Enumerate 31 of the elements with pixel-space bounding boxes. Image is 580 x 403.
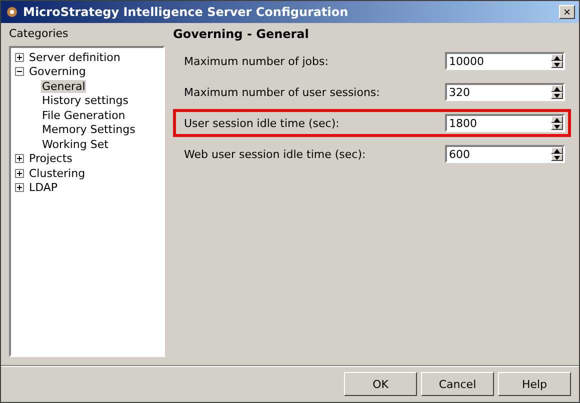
window-title: MicroStrategy Intelligence Server Configuration <box>23 5 350 19</box>
setting-label: User session idle time (sec): <box>184 116 340 130</box>
setting-label: Web user session idle time (sec): <box>184 148 366 160</box>
spin-box[interactable]: 1800 <box>445 114 565 132</box>
dialog-button[interactable]: OK <box>344 372 417 396</box>
expand-icon[interactable] <box>15 183 24 192</box>
tree-item[interactable]: Governing <box>28 65 87 78</box>
expand-icon[interactable] <box>15 52 24 62</box>
tree-item[interactable]: Projects <box>28 152 74 166</box>
expand-icon[interactable] <box>15 168 24 178</box>
setting-label: Maximum number of jobs: <box>184 54 328 68</box>
spin-box[interactable]: 10000 <box>445 52 565 70</box>
tree-item[interactable]: Server definition <box>28 50 122 64</box>
dialog-button[interactable]: Cancel <box>421 372 494 396</box>
categories-label: Categories <box>9 27 70 40</box>
tree-item[interactable]: Clustering <box>28 166 86 180</box>
tree-item[interactable]: LDAP <box>28 181 59 194</box>
app-icon <box>5 5 19 19</box>
dialog-button[interactable]: Help <box>498 372 571 396</box>
spin-box[interactable]: 320 <box>445 83 565 101</box>
tree-item[interactable]: Memory Settings <box>41 123 136 136</box>
tree-item[interactable]: History settings <box>41 94 130 108</box>
collapse-icon[interactable] <box>15 67 24 76</box>
tree-item[interactable]: General <box>41 80 86 93</box>
tree-item[interactable]: Working Set <box>41 138 110 151</box>
expand-icon[interactable] <box>15 154 24 164</box>
setting-label: Maximum number of user sessions: <box>184 86 380 98</box>
section-title: Governing - General <box>173 27 310 41</box>
tree-item[interactable]: File Generation <box>41 108 126 122</box>
spin-box[interactable]: 600 <box>445 145 565 163</box>
close-button[interactable]: × <box>559 5 575 19</box>
